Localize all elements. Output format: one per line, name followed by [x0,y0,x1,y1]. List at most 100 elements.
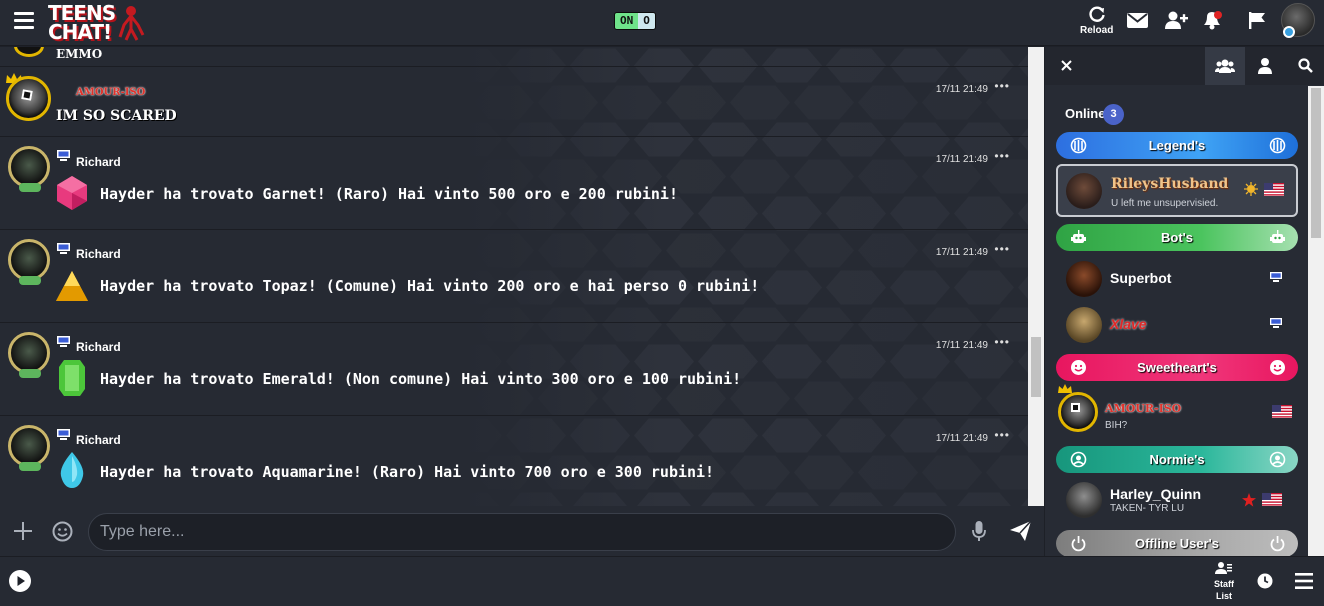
tab-friends[interactable] [1245,47,1285,85]
user-list-panel: Online 3 Legend's RileysHusband U left m… [1044,47,1324,557]
message-time: 17/11 21:49 [935,84,988,95]
legends-group-icon [1070,137,1087,154]
rank-badge-icon [19,276,41,285]
chat-message: AMOUR-ISO IM SO SCARED 17/11 21:49 ••• [0,67,1028,137]
user-list-item[interactable]: RileysHusband U left me unsupervisied. [1056,164,1298,217]
staff-list-label[interactable]: Staff List [1208,578,1240,602]
avatar[interactable] [8,146,50,192]
group-header-offline[interactable]: Offline User's [1056,530,1298,557]
play-icon[interactable] [8,569,32,593]
chat-message: Richard Hayder ha trovato Emerald! (Non … [0,323,1028,416]
mail-icon[interactable] [1127,13,1148,28]
message-text: Hayder ha trovato Aquamarine! (Raro) Hai… [100,463,715,481]
tab-search[interactable] [1285,47,1324,85]
message-options-icon[interactable]: ••• [994,242,1010,256]
group-header-bots[interactable]: Bot's [1056,224,1298,251]
logo-text-line2: CHAT! [48,20,112,44]
user-list-scrollbar[interactable] [1308,86,1324,556]
group-header-legends[interactable]: Legend's [1056,132,1298,159]
legends-group-icon [1269,137,1286,154]
group-label-offline: Offline User's [1134,536,1219,551]
us-flag-icon [1264,183,1284,196]
avatar [1066,307,1102,343]
chat-message: Richard Hayder ha trovato Topaz! (Comune… [0,230,1028,323]
avatar[interactable] [8,425,50,471]
user-list-item[interactable]: Superbot [1056,256,1298,302]
plus-icon[interactable] [14,522,32,540]
green-gem-icon [59,360,85,396]
message-username[interactable]: Richard [76,433,121,447]
notification-bell-icon[interactable] [1201,10,1223,30]
avatar[interactable] [6,76,51,121]
avatar [1058,392,1098,432]
users-group-icon [1215,59,1235,73]
chat-scrollbar[interactable] [1028,47,1044,506]
logo-figure-icon [118,6,145,41]
message-options-icon[interactable]: ••• [994,79,1010,93]
message-text: Hayder ha trovato Garnet! (Raro) Hai vin… [100,185,678,203]
normie-icon [1269,451,1286,468]
send-icon[interactable] [1010,521,1031,541]
close-icon[interactable] [1061,60,1072,71]
rank-badge-icon [19,462,41,471]
user-icon [1258,58,1272,74]
menu-icon[interactable] [14,12,34,30]
message-time: 17/11 21:49 [935,340,988,351]
panel-header [1045,47,1324,85]
user-list-item[interactable]: AMOUR-ISO BIH? [1056,384,1298,436]
computer-icon [57,150,70,161]
message-time: 17/11 21:49 [935,247,988,258]
rank-badge-icon [19,369,41,378]
message-username[interactable]: Richard [76,247,121,261]
message-username[interactable]: AMOUR-ISO [76,87,145,98]
message-text: IM SO SCARED [56,108,177,124]
pink-gem-icon [57,176,87,210]
avatar[interactable] [14,47,44,57]
computer-icon [57,243,70,254]
chat-message-partial: EMMO [0,47,1028,67]
menu-icon[interactable] [1295,573,1313,589]
chat-scrollbar-thumb[interactable] [1031,337,1041,397]
message-options-icon[interactable]: ••• [994,335,1010,349]
on-off-toggle[interactable]: ON O [614,12,656,30]
avatar[interactable] [8,239,50,285]
online-count-badge: 3 [1103,104,1124,125]
user-name: AMOUR-ISO [1105,402,1182,415]
smile-icon [1270,360,1285,375]
user-list-item[interactable]: Harley_Quinn TAKEN- TYR LU [1056,477,1298,523]
robot-icon [1270,230,1285,243]
profile-avatar[interactable] [1281,3,1315,38]
message-options-icon[interactable]: ••• [994,428,1010,442]
emoji-icon[interactable] [52,521,73,542]
message-text: Hayder ha trovato Topaz! (Comune) Hai vi… [100,277,760,295]
message-username[interactable]: Richard [76,340,121,354]
add-user-icon[interactable] [1165,11,1188,29]
group-header-normies[interactable]: Normie's [1056,446,1298,473]
user-list-scrollbar-thumb[interactable] [1311,88,1321,238]
rank-badge-icon [19,183,41,192]
avatar [1066,482,1102,518]
microphone-icon[interactable] [972,521,986,542]
chat-area: EMMO AMOUR-ISO IM SO SCARED 17/11 21:49 … [0,47,1028,506]
user-name: Superbot [1110,270,1172,286]
tab-users[interactable] [1205,47,1245,85]
group-header-sweethearts[interactable]: Sweetheart's [1056,354,1298,381]
staff-list-icon[interactable] [1215,561,1232,575]
avatar[interactable] [8,332,50,378]
reload-icon[interactable] [1088,5,1106,23]
us-flag-icon [1262,493,1282,506]
user-list-item[interactable]: Xlave [1056,302,1298,348]
reload-label[interactable]: Reload [1080,25,1113,36]
site-logo[interactable]: TEENS CHAT! [46,1,152,44]
toggle-on-label: ON [615,13,639,29]
message-input[interactable]: Type here... [88,513,956,551]
message-options-icon[interactable]: ••• [994,149,1010,163]
avatar-badge-icon [1071,403,1080,412]
message-username[interactable]: Richard [76,155,121,169]
clock-icon[interactable] [1257,573,1273,589]
chat-message: Richard Hayder ha trovato Garnet! (Raro)… [0,137,1028,230]
normie-icon [1070,451,1087,468]
staff-label-line2: List [1215,591,1232,601]
flag-icon[interactable] [1249,12,1265,29]
bottom-bar: Staff List [0,556,1324,606]
